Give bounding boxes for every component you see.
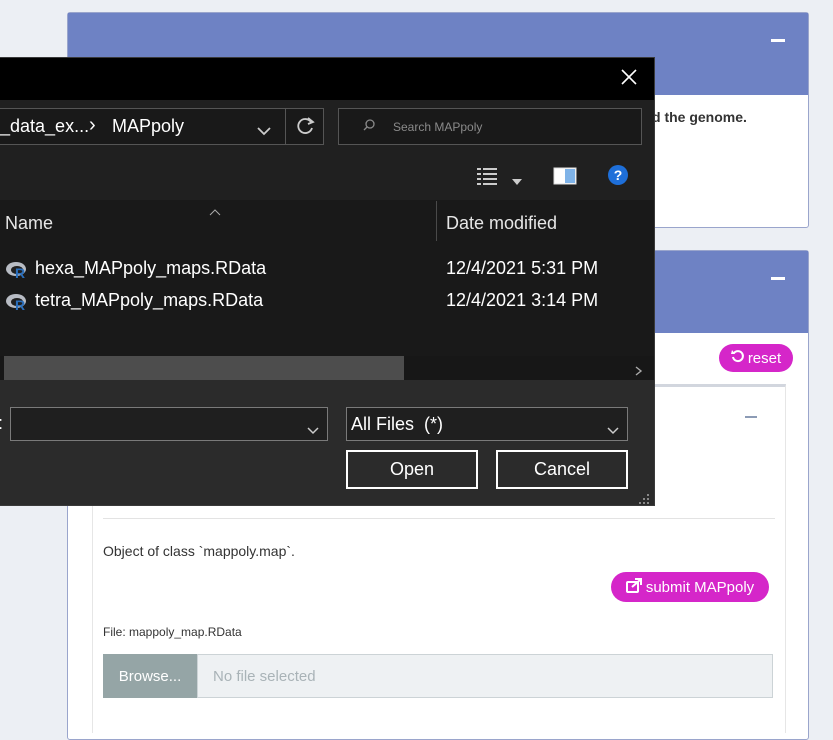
breadcrumb-parent[interactable]: _data_ex... (0, 116, 89, 137)
submit-icon (625, 577, 642, 597)
column-divider[interactable] (436, 201, 437, 241)
chevron-down-icon[interactable] (307, 419, 319, 440)
preview-pane-icon[interactable] (553, 167, 577, 190)
breadcrumb-separator-icon: › (89, 114, 96, 136)
r-file-icon: R (5, 292, 29, 313)
chevron-down-icon[interactable] (257, 120, 271, 141)
reset-icon (730, 349, 745, 367)
file-type-value: All Files (*) (351, 413, 444, 434)
svg-text:R: R (15, 297, 25, 312)
column-header-name[interactable]: Name (5, 213, 53, 234)
help-icon[interactable]: ? (607, 164, 629, 191)
file-row[interactable]: R tetra_MAPpoly_maps.RData 12/4/2021 3:1… (0, 290, 654, 316)
chevron-down-icon[interactable] (607, 419, 619, 440)
close-icon[interactable] (618, 68, 640, 90)
reset-button[interactable]: reset (719, 344, 793, 372)
inner-divider (103, 518, 775, 519)
search-icon (363, 119, 375, 134)
search-input[interactable]: Search MAPpoly (338, 108, 642, 145)
open-button[interactable]: Open (346, 450, 478, 489)
address-divider (285, 109, 286, 144)
scrollbar-thumb[interactable] (4, 356, 404, 380)
browse-button[interactable]: Browse... (103, 654, 197, 698)
filename-input[interactable] (10, 407, 328, 441)
submit-mappoly-button[interactable]: submit MAPpoly (611, 572, 769, 602)
address-bar[interactable]: _data_ex... › MAPpoly (0, 108, 324, 145)
file-row[interactable]: R hexa_MAPpoly_maps.RData 12/4/2021 5:31… (0, 258, 654, 284)
svg-text:R: R (15, 265, 25, 280)
dialog-titlebar (0, 58, 654, 100)
file-date: 12/4/2021 5:31 PM (446, 258, 599, 278)
breadcrumb-current[interactable]: MAPpoly (112, 116, 184, 137)
genome-text: d the genome. (652, 109, 747, 125)
cancel-button[interactable]: Cancel (496, 450, 628, 489)
reset-label: reset (747, 349, 782, 367)
lower-collapse-icon[interactable] (771, 277, 785, 280)
svg-text:?: ? (614, 167, 623, 183)
horizontal-scrollbar[interactable] (0, 356, 654, 381)
resize-grip-icon[interactable] (638, 492, 650, 505)
view-dropdown-icon[interactable] (512, 172, 522, 190)
column-header-date[interactable]: Date modified (446, 213, 557, 234)
dialog-footer: : All Files (*) Open Cancel (0, 380, 654, 505)
scroll-right-icon[interactable] (635, 363, 643, 381)
object-class-text: Object of class `mappoly.map`. (103, 543, 295, 559)
file-date: 12/4/2021 3:14 PM (446, 290, 599, 310)
file-label: File: mappoly_map.RData (103, 625, 242, 639)
view-options-icon[interactable] (477, 166, 499, 191)
file-type-select[interactable]: All Files (*) (346, 407, 628, 441)
file-name-field: No file selected (197, 654, 773, 698)
sort-indicator-icon (209, 203, 221, 221)
inner-collapse-icon[interactable] (745, 416, 757, 418)
upper-collapse-icon[interactable] (771, 39, 785, 42)
r-file-icon: R (5, 260, 29, 281)
file-name: hexa_MAPpoly_maps.RData (35, 258, 267, 278)
refresh-icon[interactable] (296, 116, 316, 141)
file-name: tetra_MAPpoly_maps.RData (35, 290, 264, 310)
submit-label: submit MAPpoly (645, 578, 755, 596)
search-placeholder: Search MAPpoly (393, 119, 483, 134)
open-file-dialog: _data_ex... › MAPpoly Search MAPpoly ? N… (0, 57, 655, 506)
filename-label: : (0, 413, 3, 434)
